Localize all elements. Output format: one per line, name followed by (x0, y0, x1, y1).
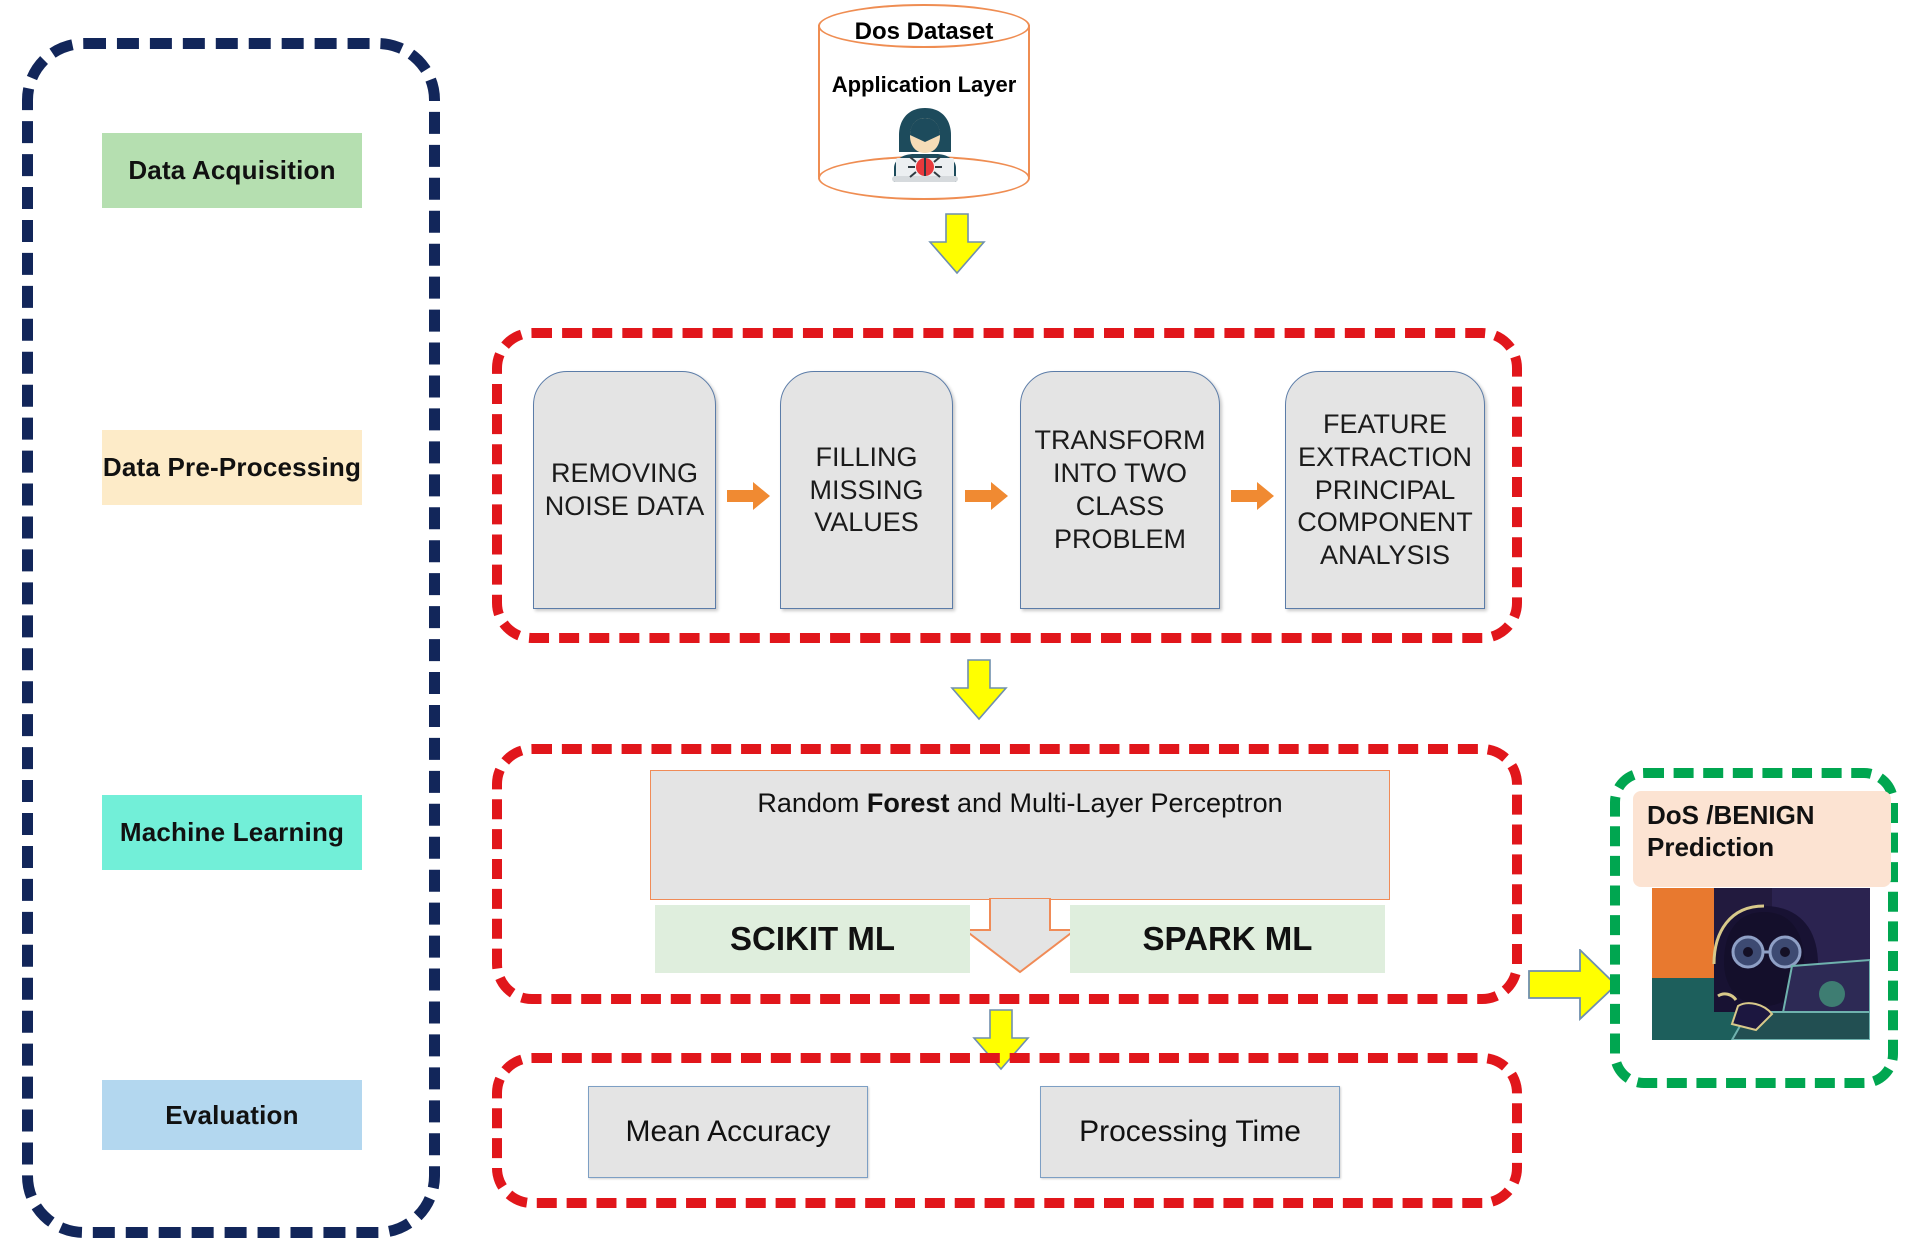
metric-label: Processing Time (1079, 1115, 1301, 1148)
ml-algorithms-label: Random Forest and Multi-Layer Perceptron (757, 788, 1283, 818)
prediction-title-line2: Prediction (1647, 831, 1775, 862)
sidebar-item-label: Evaluation (165, 1099, 299, 1130)
ml-algorithms-box[interactable]: Random Forest and Multi-Layer Perceptron (650, 770, 1390, 900)
evaluation-metric-processing-time[interactable]: Processing Time (1040, 1086, 1340, 1178)
sidebar-item-label: Data Acquisition (128, 155, 336, 185)
dataset-layer-label: Application Layer (831, 72, 1017, 97)
ml-library-scikit[interactable]: SCIKIT ML (655, 905, 970, 973)
sidebar-item-machine-learning[interactable]: Machine Learning (102, 795, 362, 870)
step-text: REMOVING NOISE DATA (544, 458, 705, 521)
prediction-title: DoS /BENIGN Prediction (1633, 791, 1891, 887)
ml-library-spark[interactable]: SPARK ML (1070, 905, 1385, 973)
preprocessing-step-filling-missing-values[interactable]: FILLING MISSING VALUES (780, 371, 953, 609)
hacker-laptop-bug-icon (892, 108, 958, 182)
ml-library-label: SCIKIT ML (730, 920, 895, 957)
orange-right-arrow-icon-2 (965, 482, 1008, 510)
orange-right-arrow-icon-3 (1231, 482, 1274, 510)
sidebar-item-label: Data Pre-Processing (102, 452, 362, 482)
step-text: FILLING MISSING VALUES (809, 441, 924, 538)
sidebar-item-data-pre-processing[interactable]: Data Pre-Processing (102, 430, 362, 505)
sidebar-item-evaluation[interactable]: Evaluation (102, 1080, 362, 1150)
preprocessing-step-transform-two-class[interactable]: TRANSFORM INTO TWO CLASS PROBLEM (1020, 371, 1220, 609)
sidebar-item-label: Machine Learning (119, 817, 345, 847)
pipeline-stage-sidebar (22, 38, 440, 1238)
step-text: TRANSFORM INTO TWO CLASS PROBLEM (1034, 425, 1206, 554)
prediction-output-panel: DoS /BENIGN Prediction (1610, 768, 1898, 1088)
hooded-hacker-laptop-illustration (1652, 888, 1870, 1040)
evaluation-metric-mean-accuracy[interactable]: Mean Accuracy (588, 1086, 868, 1178)
preprocessing-step-removing-noise-data[interactable]: REMOVING NOISE DATA (533, 371, 716, 609)
dataset-title: Dos Dataset (854, 18, 994, 45)
ml-library-label: SPARK ML (1142, 920, 1313, 957)
orange-right-arrow-icon-1 (727, 482, 770, 510)
prediction-title-line1: DoS /BENIGN (1647, 800, 1815, 830)
yellow-down-arrow-icon-1 (928, 213, 986, 275)
sidebar-item-data-acquisition[interactable]: Data Acquisition (102, 133, 362, 208)
gray-down-arrow-icon (963, 898, 1077, 974)
yellow-right-arrow-icon (1528, 949, 1618, 1021)
preprocessing-step-feature-extraction-pca[interactable]: FEATURE EXTRACTION PRINCIPAL COMPONENT ANALY… (1285, 371, 1485, 609)
yellow-down-arrow-icon-2 (950, 659, 1008, 721)
step-text: FEATURE EXTRACTION PRINCIPAL COMPONENT ANALY… (1297, 408, 1473, 571)
metric-label: Mean Accuracy (625, 1115, 831, 1148)
dos-dataset-cylinder: Dos Dataset Application Layer (818, 4, 1030, 200)
diagram-canvas: Data Acquisition Data Pre-Processing Mac… (0, 0, 1917, 1259)
